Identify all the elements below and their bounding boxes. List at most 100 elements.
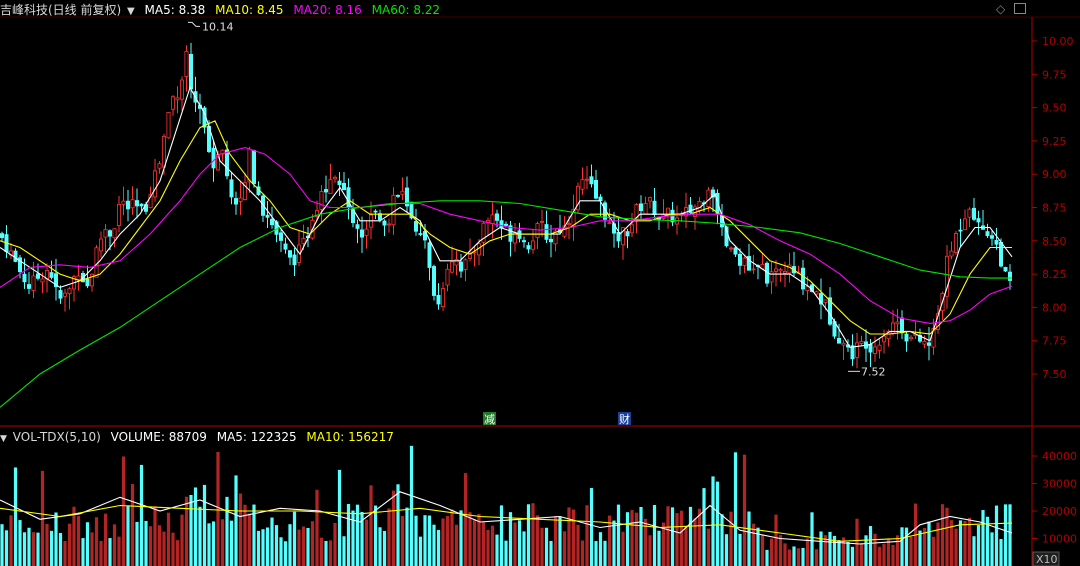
volume-bar (612, 520, 616, 566)
candlestick-panel (0, 42, 1013, 408)
diamond-icon[interactable]: ◇ (996, 2, 1005, 16)
volume-bar (877, 546, 882, 566)
triangle-down-icon[interactable]: ▼ (0, 434, 7, 444)
candle-body (751, 268, 756, 271)
volume-bar (540, 527, 544, 566)
volume-bar (108, 538, 112, 566)
volume-bar (292, 511, 297, 566)
volume-bar (517, 520, 522, 566)
candle-body (549, 238, 554, 243)
volume-bar (396, 484, 400, 566)
volume-bar (526, 504, 531, 566)
volume-bar (828, 531, 832, 566)
candle-body (175, 97, 180, 101)
volume-bar (4, 530, 9, 566)
volume-bar (940, 504, 945, 566)
volume-bar (58, 532, 63, 566)
candle-body (458, 261, 463, 272)
candle-body (535, 223, 540, 239)
volume-bar (670, 507, 675, 566)
candle-body (157, 163, 162, 169)
candle-body (873, 346, 878, 355)
volume-bar (972, 536, 976, 566)
volume-bar (27, 527, 31, 566)
stock-chart[interactable]: 7.50 7.75 8.00 8.25 8.50 8.75 9.00 9.25 9.50 9.75… (0, 0, 1080, 566)
candle-body (900, 317, 905, 334)
volume-bar (369, 485, 373, 566)
candle-body (445, 268, 450, 286)
volume-tick-label: 10000 (1042, 533, 1077, 546)
candle-body (269, 218, 274, 226)
volume-bar (94, 517, 99, 566)
volume-bar (558, 517, 562, 566)
candle-body (567, 223, 572, 226)
candle-body (31, 275, 36, 291)
candle-body (859, 340, 864, 344)
volume-bar (990, 532, 994, 566)
candle-body (729, 247, 734, 250)
volume-bar (225, 496, 229, 566)
volume-readout: VOLUME: 88709 (110, 430, 207, 444)
candle-body (382, 220, 387, 226)
candle-body (283, 243, 288, 250)
volume-bar (805, 538, 810, 566)
volume-bar (279, 537, 283, 566)
candle-body (607, 222, 612, 225)
volume-bar (306, 527, 310, 566)
candle-body (121, 200, 126, 205)
candle-body (895, 321, 900, 325)
volume-bar (652, 505, 657, 566)
candle-body (224, 149, 229, 177)
candle-body (841, 342, 846, 346)
volume-bar (265, 527, 270, 566)
candle-body (152, 170, 157, 198)
volume-bar (814, 549, 819, 566)
volume-bar (175, 540, 180, 566)
candle-body (386, 223, 391, 226)
volume-bar (981, 510, 985, 566)
volume-bar (117, 536, 121, 566)
candle-body (63, 292, 68, 297)
volume-bar (994, 505, 999, 566)
ma5-readout: MA5: 8.38 (144, 3, 206, 17)
vol-title[interactable]: VOL-TDX(5,10) (13, 430, 101, 444)
volume-bar (787, 549, 792, 566)
volume-bar (468, 512, 472, 566)
window-icon[interactable] (1014, 3, 1026, 14)
candle-body (544, 224, 549, 240)
volume-bar (342, 536, 346, 566)
triangle-down-icon[interactable]: ▼ (127, 6, 135, 17)
volume-bar (747, 511, 751, 566)
volume-bar (702, 488, 706, 566)
stock-title[interactable]: 吉峰科技(日线 前复权) (0, 3, 121, 17)
volume-bar (45, 523, 49, 566)
volume-bar (553, 515, 558, 566)
volume-bar (931, 536, 936, 566)
volume-bar (630, 510, 634, 566)
candle-body (103, 229, 108, 238)
volume-bar (297, 529, 301, 566)
volume-bar (999, 539, 1003, 566)
volume-bar (216, 451, 220, 566)
candle-body (36, 273, 41, 279)
volume-bar (855, 518, 859, 566)
volume-bar (211, 521, 216, 566)
unit-label: X10 (1036, 553, 1058, 566)
volume-tick-label: 40000 (1042, 450, 1077, 463)
candle-body (949, 250, 954, 257)
volume-bar (603, 540, 607, 566)
volume-bar (589, 488, 594, 566)
volume-bar (927, 521, 931, 566)
volume-bar (67, 523, 72, 566)
volume-bar (733, 452, 738, 566)
volume-bar (657, 530, 661, 566)
volume-bar (792, 546, 796, 566)
candle-body (909, 336, 914, 340)
candle-body (161, 136, 166, 168)
volume-bar (504, 540, 508, 566)
jian-marker-label: 减 (484, 413, 495, 426)
volume-bar (427, 515, 432, 566)
candle-body (179, 79, 184, 100)
low-marker-label: 7.52 (861, 365, 886, 378)
candle-body (391, 194, 396, 226)
